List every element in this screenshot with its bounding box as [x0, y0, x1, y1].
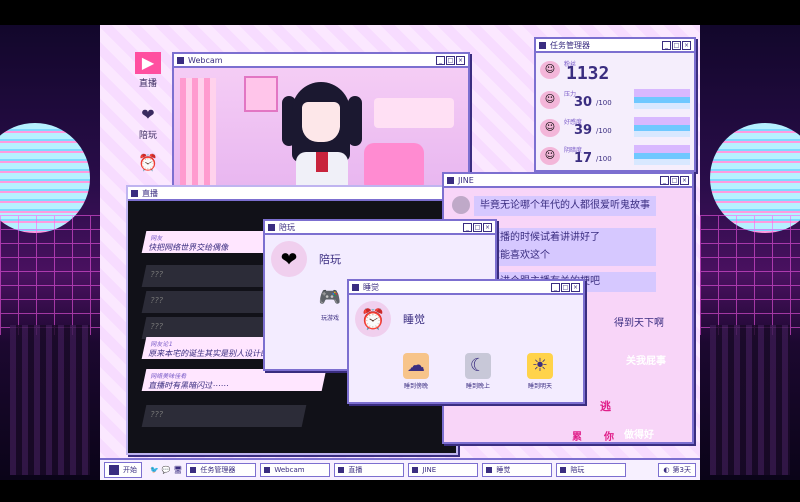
taskbar-item-webcam[interactable]: Webcam: [260, 463, 331, 477]
sleep-until-tomorrow-option[interactable]: ☀ 睡到明天: [515, 353, 565, 390]
webcam-feed: [174, 68, 468, 193]
title-bar[interactable]: 睡觉 _ □ ×: [349, 281, 583, 295]
title-bar[interactable]: 直播: [128, 187, 456, 201]
jine-message: 毕竟无论哪个年代的人都很爱听鬼故事: [474, 196, 656, 216]
clock-icon: ⏰: [138, 153, 158, 172]
affection-stat: ☺ 好感度 39 /100: [540, 119, 612, 138]
start-button[interactable]: 开始: [104, 462, 142, 478]
left-vaporwave-backdrop: [0, 25, 100, 480]
sleep-until-night-option[interactable]: ☾ 睡到晚上: [453, 353, 503, 390]
moon-icon: ☾: [465, 353, 491, 379]
minimize-button[interactable]: _: [551, 282, 560, 292]
right-vaporwave-backdrop: [700, 25, 800, 480]
play-icon: ❤: [141, 105, 155, 124]
close-button[interactable]: ×: [456, 55, 465, 65]
day-counter: ◐ 第3天: [658, 463, 696, 477]
minimize-button[interactable]: _: [660, 175, 669, 185]
twitter-icon[interactable]: 🐦: [150, 466, 159, 474]
close-button[interactable]: ×: [571, 282, 580, 292]
desktop-icon-stream[interactable]: ▶ 直播: [126, 52, 170, 89]
play-icon: ❤: [271, 241, 307, 277]
sticker-text: 逃: [600, 400, 611, 413]
title-bar[interactable]: 任务管理器 _ □ ×: [536, 39, 694, 53]
gamepad-icon: 🎮: [318, 287, 342, 308]
window-title: 直播: [142, 188, 158, 198]
close-button[interactable]: ×: [483, 222, 492, 232]
sleep-header: ⏰ 睡觉: [355, 301, 425, 337]
clock-icon: ⏰: [355, 301, 391, 337]
stress-icon: ☺: [540, 91, 560, 109]
window-title: 陪玩: [279, 222, 295, 232]
window-title: Webcam: [188, 55, 223, 65]
minimize-button[interactable]: _: [662, 40, 671, 50]
chat-message: 网络美味佳肴 直播时有黑暗闪过⋯⋯: [141, 369, 327, 391]
maximize-button[interactable]: □: [672, 40, 681, 50]
window-title: 任务管理器: [550, 40, 590, 50]
sunset-icon: ☁: [403, 353, 429, 379]
sleep-window: 睡觉 _ □ × ⏰ 睡觉 ☁ 睡到傍晚 ☾ 睡到晚上 ☀ 睡到明天: [347, 279, 585, 404]
sticker-text: 关我屁事: [626, 356, 666, 367]
window-title: JINE: [458, 175, 474, 185]
maximize-button[interactable]: □: [561, 282, 570, 292]
taskbar-item-stream[interactable]: 直播: [334, 463, 405, 477]
taskbar-item-sleep[interactable]: 睡觉: [482, 463, 553, 477]
maximize-button[interactable]: □: [670, 175, 679, 185]
chat-message: ???: [141, 405, 307, 427]
darkness-stat: ☺ 阴暗度 17 /100: [540, 147, 612, 166]
minimize-button[interactable]: _: [463, 222, 472, 232]
close-button[interactable]: ×: [682, 40, 691, 50]
title-bar[interactable]: Webcam _ □ ×: [174, 54, 468, 68]
desktop-icon-clock[interactable]: ⏰: [126, 152, 170, 176]
followers-count: 1132: [566, 63, 610, 84]
jine-message: 在直播的时候试着讲讲好了: [474, 228, 656, 248]
sticker-text: 累: [572, 432, 582, 443]
window-title: 睡觉: [363, 282, 379, 292]
jine-message: 得到天下啊: [614, 318, 664, 329]
taskbar-item-taskmgr[interactable]: 任务管理器: [186, 463, 257, 477]
maximize-button[interactable]: □: [446, 55, 455, 65]
minimize-button[interactable]: _: [436, 55, 445, 65]
task-manager-window: 任务管理器 _ □ × ☺ 粉丝 1132 ☺ 压力 30 /100 ☺ 好感度 3…: [534, 37, 696, 172]
maximize-button[interactable]: □: [473, 222, 482, 232]
affection-bar: [634, 117, 690, 137]
game-screen: ▶ 直播 ❤ 陪玩 ⏰ Webcam _ □ × 任务管理器 _ □ × ☺ 粉丝 11…: [0, 0, 800, 502]
followers-stat: ☺ 粉丝 1132: [540, 61, 609, 84]
taskbar-item-play[interactable]: 陪玩: [556, 463, 627, 477]
sleep-until-evening-option[interactable]: ☁ 睡到傍晚: [391, 353, 441, 390]
sun-icon: ☀: [527, 353, 553, 379]
start-icon: [109, 465, 119, 475]
followers-icon: ☺: [540, 61, 560, 79]
stress-stat: ☺ 压力 30 /100: [540, 91, 612, 110]
title-bar[interactable]: JINE _ □ ×: [444, 174, 692, 188]
affection-icon: ☺: [540, 119, 560, 137]
desktop-icon-play[interactable]: ❤ 陪玩: [126, 104, 170, 141]
jine-message: 大家能喜欢这个: [474, 246, 656, 266]
sticker-text: 做得好: [624, 430, 654, 441]
day-icon: ◐: [663, 466, 670, 474]
streamer-character: [282, 82, 362, 192]
stream-icon: ▶: [135, 52, 161, 74]
webcam-window: Webcam _ □ ×: [172, 52, 470, 193]
sticker-text: 你: [604, 432, 614, 443]
chat-icon[interactable]: 💬: [162, 466, 171, 474]
taskbar-item-jine[interactable]: JINE: [408, 463, 479, 477]
darkness-icon: ☺: [540, 147, 560, 165]
title-bar[interactable]: 陪玩 _ □ ×: [265, 221, 495, 235]
darkness-bar: [634, 145, 690, 165]
close-button[interactable]: ×: [680, 175, 689, 185]
taskbar: 开始 🐦 💬 🖥 任务管理器 Webcam 直播 JINE 睡觉 陪玩 ◐ 第3天: [100, 458, 700, 480]
avatar: [452, 196, 470, 214]
monitor-icon[interactable]: 🖥: [173, 466, 182, 474]
play-header: ❤ 陪玩: [271, 241, 341, 277]
stress-bar: [634, 89, 690, 109]
